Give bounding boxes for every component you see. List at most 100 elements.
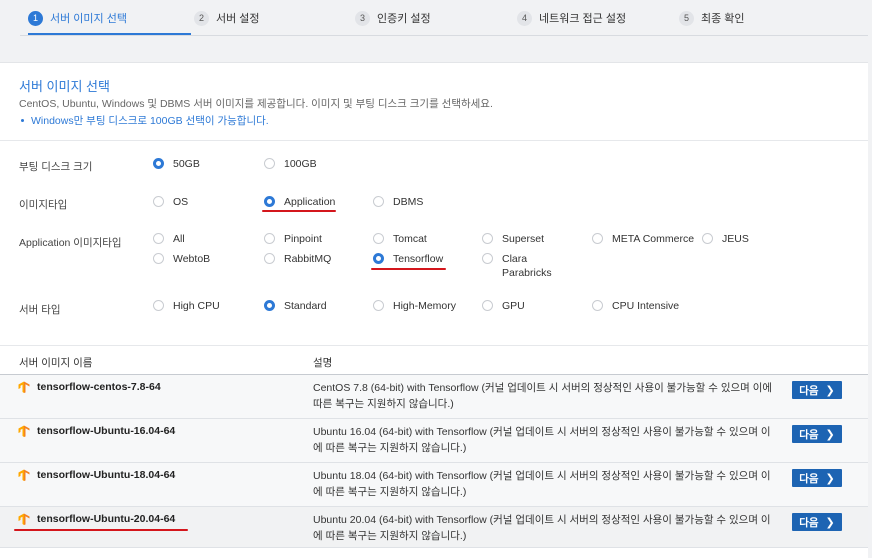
chevron-right-icon: ❯ (825, 516, 835, 529)
radio-server-gpu[interactable]: GPU (482, 299, 525, 313)
step-number: 5 (679, 10, 694, 26)
step-network-access[interactable]: 4 네트워크 접근 설정 (517, 0, 626, 36)
highlight-underline (262, 210, 336, 212)
radio-label: GPU (502, 300, 525, 312)
column-header-name: 서버 이미지 이름 (19, 357, 93, 369)
radio-server-cpu-intensive[interactable]: CPU Intensive (592, 299, 679, 313)
step-label: 최종 확인 (701, 13, 745, 25)
radio-label: Pinpoint (284, 233, 322, 245)
intro-section: 서버 이미지 선택 CentOS, Ubuntu, Windows 및 DBMS… (0, 63, 868, 141)
step-final-confirm[interactable]: 5 최종 확인 (679, 0, 745, 36)
tensorflow-icon (18, 425, 30, 437)
server-type-label: 서버 타입 (19, 304, 61, 316)
next-button[interactable]: 다음 ❯ (792, 513, 842, 531)
step-auth-key[interactable]: 3 인증키 설정 (355, 0, 431, 36)
radio-server-high-memory[interactable]: High-Memory (373, 299, 456, 313)
next-button-label: 다음 (799, 384, 819, 397)
image-name-text: tensorflow-Ubuntu-20.04-64 (37, 513, 176, 525)
windows-note-text: Windows만 부팅 디스크로 100GB 선택이 가능합니다. (31, 115, 269, 127)
image-description: Ubuntu 18.04 (64-bit) with Tensorflow (커… (313, 470, 771, 498)
step-label: 서버 이미지 선택 (50, 13, 127, 25)
step-label: 인증키 설정 (377, 13, 431, 25)
radio-app-jeus[interactable]: JEUS (702, 232, 749, 246)
radio-label: Application (284, 196, 336, 208)
radio-unchecked-icon (264, 253, 275, 264)
boot-disk-label: 부팅 디스크 크기 (19, 161, 93, 173)
image-name: tensorflow-Ubuntu-18.04-64 (18, 469, 175, 481)
radio-app-pinpoint[interactable]: Pinpoint (264, 232, 322, 246)
radio-unchecked-icon (264, 158, 275, 169)
highlight-underline (371, 268, 446, 270)
section-description: CentOS, Ubuntu, Windows 및 DBMS 서버 이미지를 제… (19, 98, 493, 110)
radio-type-dbms[interactable]: DBMS (373, 195, 423, 209)
image-description: CentOS 7.8 (64-bit) with Tensorflow (커널 … (313, 382, 773, 410)
radio-label: Standard (284, 300, 327, 312)
next-button[interactable]: 다음 ❯ (792, 469, 842, 487)
radio-app-tomcat[interactable]: Tomcat (373, 232, 427, 246)
table-row: tensorflow-Ubuntu-18.04-64 Ubuntu 18.04 … (0, 463, 868, 507)
radio-checked-icon (373, 253, 384, 264)
radio-unchecked-icon (373, 196, 384, 207)
radio-app-all[interactable]: All (153, 232, 185, 246)
step-label: 네트워크 접근 설정 (539, 13, 627, 25)
image-table-header: 서버 이미지 이름 설명 (0, 345, 868, 375)
radio-checked-icon (264, 196, 275, 207)
radio-app-clara-parabricks[interactable]: Clara Parabricks (482, 252, 562, 280)
step-number: 3 (355, 10, 370, 26)
radio-boot-100gb[interactable]: 100GB (264, 157, 317, 171)
radio-label: Tomcat (393, 233, 427, 245)
radio-server-standard[interactable]: Standard (264, 299, 327, 313)
section-title: 서버 이미지 선택 (19, 79, 110, 94)
radio-unchecked-icon (153, 233, 164, 244)
radio-unchecked-icon (592, 300, 603, 311)
radio-checked-icon (264, 300, 275, 311)
radio-unchecked-icon (482, 233, 493, 244)
next-button[interactable]: 다음 ❯ (792, 381, 842, 399)
radio-label: 50GB (173, 158, 200, 170)
radio-label: JEUS (722, 233, 749, 245)
image-name: tensorflow-Ubuntu-16.04-64 (18, 425, 175, 437)
app-image-type-label: Application 이미지타입 (19, 237, 122, 249)
radio-unchecked-icon (264, 233, 275, 244)
radio-label: High CPU (173, 300, 220, 312)
column-header-description: 설명 (313, 357, 333, 369)
chevron-right-icon: ❯ (825, 384, 835, 397)
bullet-icon (21, 119, 24, 122)
image-name-text: tensorflow-Ubuntu-16.04-64 (37, 425, 176, 437)
radio-type-os[interactable]: OS (153, 195, 188, 209)
radio-app-rabbitmq[interactable]: RabbitMQ (264, 252, 331, 266)
radio-unchecked-icon (702, 233, 713, 244)
radio-app-webtob[interactable]: WebtoB (153, 252, 210, 266)
radio-app-tensorflow[interactable]: Tensorflow (373, 252, 443, 266)
radio-label: DBMS (393, 196, 424, 208)
next-button[interactable]: 다음 ❯ (792, 425, 842, 443)
radio-unchecked-icon (592, 233, 603, 244)
chevron-right-icon: ❯ (825, 428, 835, 441)
radio-boot-50gb[interactable]: 50GB (153, 157, 200, 171)
next-button-label: 다음 (799, 472, 819, 485)
radio-server-high-cpu[interactable]: High CPU (153, 299, 220, 313)
tensorflow-icon (18, 381, 30, 393)
radio-unchecked-icon (482, 300, 493, 311)
radio-label: CPU Intensive (612, 300, 680, 312)
table-row: tensorflow-Ubuntu-20.04-64 Ubuntu 20.04 … (0, 507, 868, 548)
active-step-indicator (28, 33, 191, 35)
step-number: 1 (28, 10, 43, 26)
radio-label: 100GB (284, 158, 317, 170)
radio-app-superset[interactable]: Superset (482, 232, 544, 246)
image-type-label: 이미지타입 (19, 199, 68, 211)
table-row: tensorflow-centos-7.8-64 CentOS 7.8 (64-… (0, 375, 868, 419)
radio-label: META Commerce (612, 233, 695, 245)
radio-type-application[interactable]: Application (264, 195, 335, 209)
radio-label: Clara Parabricks (502, 253, 552, 279)
radio-app-meta-commerce[interactable]: META Commerce (592, 232, 694, 246)
step-image-select[interactable]: 1 서버 이미지 선택 (28, 0, 127, 36)
image-name-text: tensorflow-centos-7.8-64 (37, 381, 161, 393)
next-button-label: 다음 (799, 428, 819, 441)
radio-unchecked-icon (153, 196, 164, 207)
tensorflow-icon (18, 513, 30, 525)
radio-checked-icon (153, 158, 164, 169)
radio-label: All (173, 233, 185, 245)
step-server-settings[interactable]: 2 서버 설정 (194, 0, 260, 36)
highlight-underline (14, 529, 188, 531)
